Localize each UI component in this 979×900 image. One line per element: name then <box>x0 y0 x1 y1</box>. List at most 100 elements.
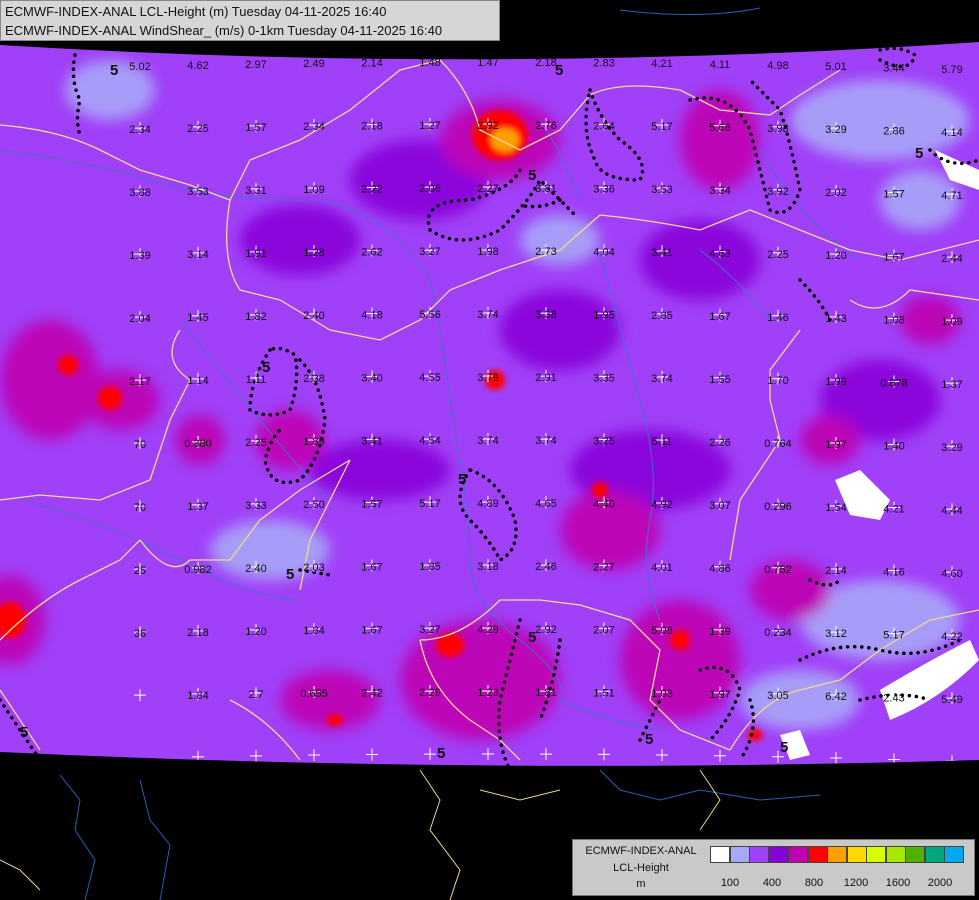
station-value: 3.33 <box>245 500 266 512</box>
station-value: 2.25 <box>187 123 208 135</box>
station-value: 4.18 <box>361 309 382 321</box>
station-value: 3.88 <box>129 187 150 199</box>
station-value: 1.91 <box>245 248 266 260</box>
legend-swatch <box>827 846 847 863</box>
station-value: 2.42 <box>361 687 382 699</box>
station-value: 1.54 <box>825 502 846 514</box>
station-value: 2.02 <box>825 187 846 199</box>
legend-swatch <box>710 846 730 863</box>
station-value: 3.27 <box>419 624 440 636</box>
station-value: 3.53 <box>651 184 672 196</box>
contour-label: 5 <box>528 167 536 184</box>
station-value: 2.18 <box>187 627 208 639</box>
station-value: 2.18 <box>535 57 556 69</box>
station-value: 2.25 <box>767 249 788 261</box>
station-value: 2.49 <box>303 58 324 70</box>
station-value: 6.42 <box>825 691 846 703</box>
station-value: 1.55 <box>709 374 730 386</box>
station-value: 1.48 <box>419 57 440 69</box>
station-value: 5.66 <box>709 122 730 134</box>
legend-unit: m <box>636 878 646 890</box>
station-value: 5.79 <box>941 64 962 76</box>
station-value: 1.20 <box>825 250 846 262</box>
station-value: 2.34 <box>303 121 324 133</box>
station-value: 1.57 <box>883 188 904 200</box>
station-value: 4.21 <box>883 503 904 515</box>
station-value: 4.89 <box>477 498 498 510</box>
station-value: 3.18 <box>477 561 498 573</box>
legend-tick: 800 <box>804 877 824 889</box>
station-value: 25 <box>134 565 146 577</box>
station-value: 0.296 <box>764 501 792 513</box>
station-value: 5.17 <box>651 121 672 133</box>
station-value: 2.62 <box>361 246 382 258</box>
station-value: 1.45 <box>187 312 208 324</box>
station-value: 2.85 <box>651 310 672 322</box>
weather-map: 5 55555555555 5.02 4.62 2.97 2.49 2.14 1.48 1.4… <box>0 0 979 900</box>
station-value: 3.14 <box>187 249 208 261</box>
station-value: 1.97 <box>709 689 730 701</box>
station-value: 5.17 <box>883 629 904 641</box>
lcl-height-field: 5 55555555555 5.02 4.62 2.97 2.49 2.14 1.48 1.4… <box>0 42 979 766</box>
station-value: 2.34 <box>129 124 150 136</box>
station-value: 2.07 <box>593 624 614 636</box>
station-value: 2.22 <box>361 183 382 195</box>
station-value: 1.27 <box>419 120 440 132</box>
contour-label: 5 <box>645 731 653 748</box>
station-value: 1.46 <box>767 312 788 324</box>
station-value: 1.99 <box>825 376 846 388</box>
station-value: 1.20 <box>245 626 266 638</box>
station-value: 1.39 <box>709 626 730 638</box>
station-value: 4.29 <box>477 624 498 636</box>
legend-swatch <box>788 846 808 863</box>
station-value: 2.38 <box>303 373 324 385</box>
station-value: 4.62 <box>187 60 208 72</box>
contour-label: 5 <box>780 739 788 756</box>
station-value: 2.29 <box>419 687 440 699</box>
station-value: 3.07 <box>709 500 730 512</box>
station-value: 1.67 <box>361 624 382 636</box>
station-value: 4.01 <box>651 562 672 574</box>
station-value: 1.67 <box>361 561 382 573</box>
station-value: 1.67 <box>709 311 730 323</box>
station-value: 0.380 <box>184 438 212 450</box>
station-value: 0.878 <box>880 377 908 389</box>
station-value: 1.23 <box>477 687 498 699</box>
station-value: 4.44 <box>941 505 962 517</box>
station-value: 0.655 <box>300 688 328 700</box>
station-value: 1.70 <box>767 375 788 387</box>
station-value: 1.84 <box>303 625 324 637</box>
station-value: 5.17 <box>419 498 440 510</box>
legend-variable: LCL-Height <box>613 862 669 874</box>
station-value: 2.86 <box>883 125 904 137</box>
station-value: 4.11 <box>710 59 731 71</box>
station-value: 3.81 <box>535 183 556 195</box>
legend-swatch <box>885 846 906 863</box>
station-value: 3.40 <box>361 372 382 384</box>
station-value: 4.92 <box>651 499 672 511</box>
color-legend: ECMWF-INDEX-ANAL LCL-Height m 100 400 800 1… <box>572 839 975 896</box>
station-value: 3.34 <box>709 185 730 197</box>
station-value: 4.16 <box>883 566 904 578</box>
station-value: 5.01 <box>825 61 846 73</box>
station-value: 2.92 <box>535 624 556 636</box>
station-value: 3.35 <box>593 372 614 384</box>
legend-tick: 100 <box>720 877 740 889</box>
station-value: 0.752 <box>764 564 792 576</box>
station-value: 3.41 <box>361 435 382 447</box>
station-value: 3.79 <box>477 372 498 384</box>
station-value: 5.11 <box>652 436 673 448</box>
header-line-lcl-height: ECMWF-INDEX-ANAL LCL-Height (m) Tuesday … <box>5 4 387 19</box>
station-value: 3.36 <box>593 183 614 195</box>
station-value: 2.46 <box>535 561 556 573</box>
station-value: 1.57 <box>245 122 266 134</box>
station-value: 3.12 <box>825 628 846 640</box>
station-value: 4.98 <box>767 60 788 72</box>
station-value: 4.60 <box>941 568 962 580</box>
station-value: 3.74 <box>477 309 498 321</box>
station-value: 3.74 <box>477 435 498 447</box>
station-value: 3.44 <box>883 62 904 74</box>
contour-label: 5 <box>20 724 28 741</box>
station-value: 1.95 <box>593 309 614 321</box>
station-value: 1.09 <box>941 316 962 328</box>
